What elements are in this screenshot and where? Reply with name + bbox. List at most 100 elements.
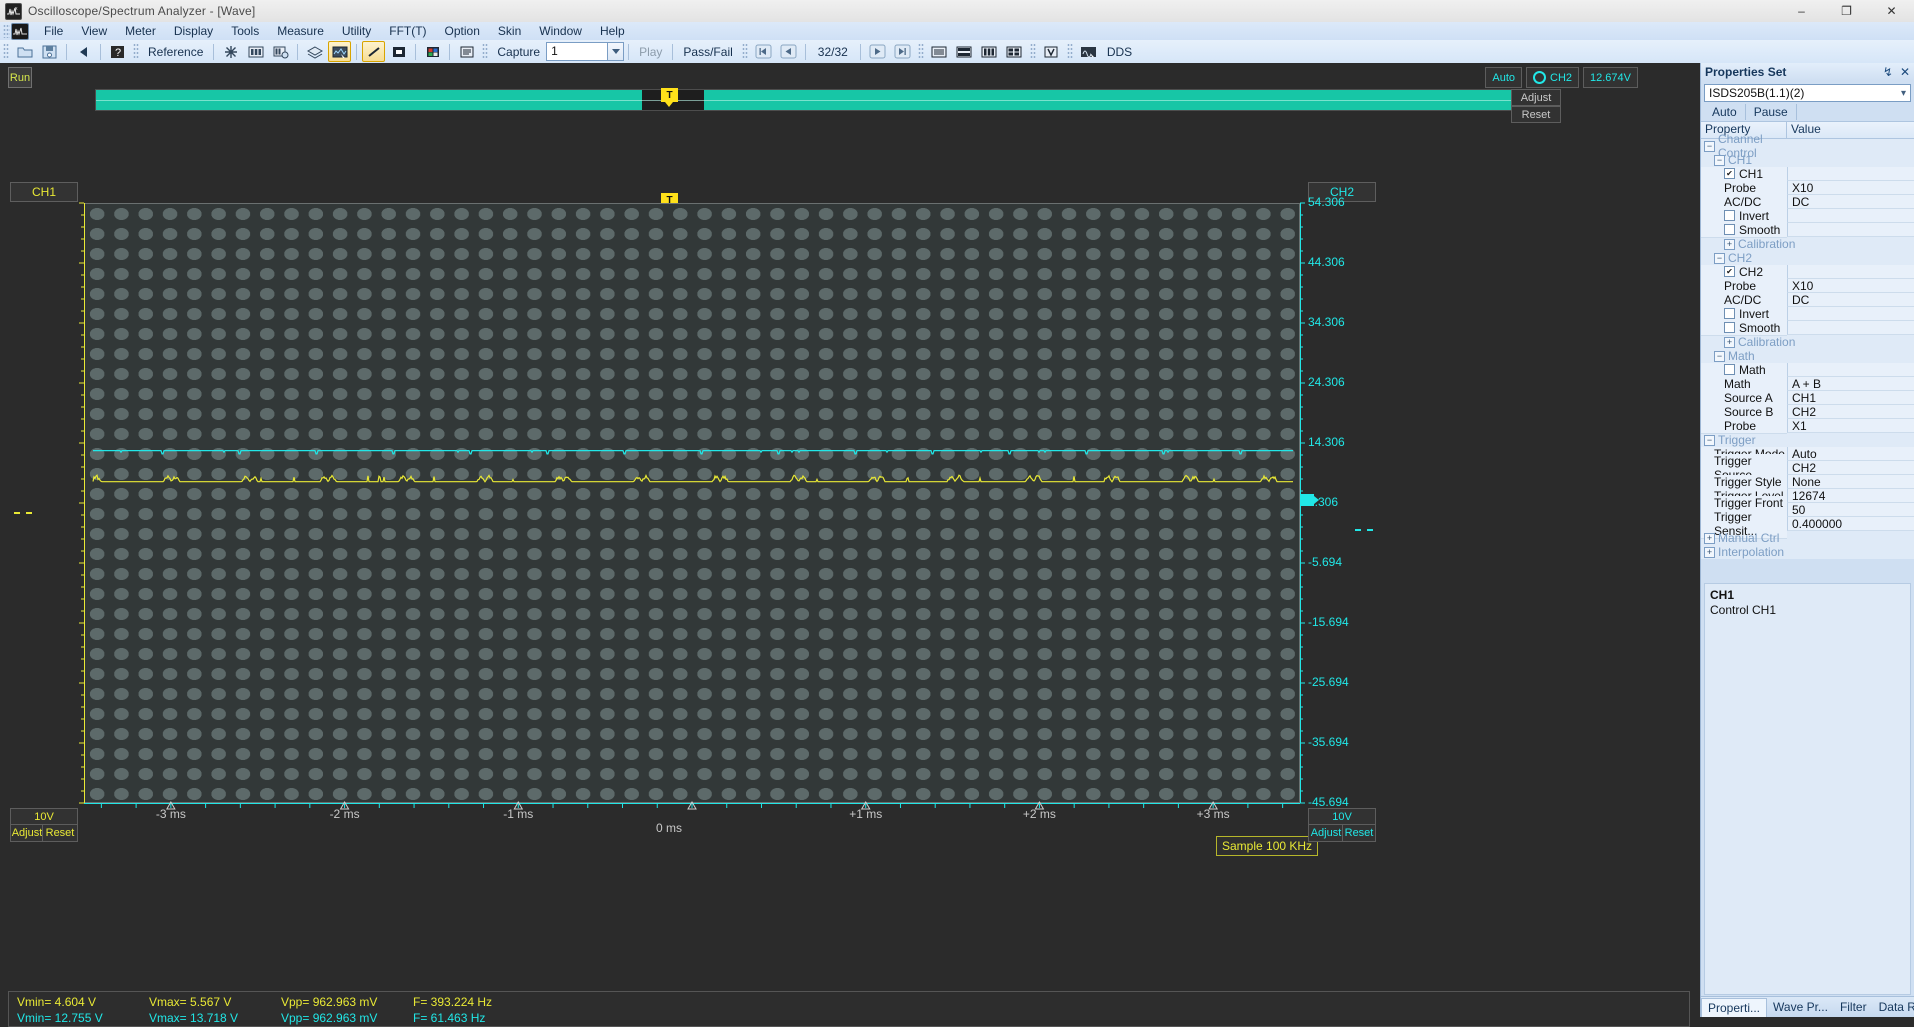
- ch1-zero-marker[interactable]: [14, 512, 32, 514]
- property-row[interactable]: + Calibration: [1701, 335, 1914, 349]
- menu-measure[interactable]: Measure: [268, 22, 333, 40]
- property-row[interactable]: + Manual Ctrl: [1701, 531, 1914, 545]
- property-row[interactable]: AC/DC DC: [1701, 292, 1914, 308]
- property-value[interactable]: [1787, 531, 1914, 545]
- dds-waveform-icon[interactable]: [1077, 41, 1100, 62]
- toolbar-grip-6[interactable]: [1029, 43, 1036, 60]
- toolbar-grip-2[interactable]: [133, 43, 139, 60]
- close-button[interactable]: ✕: [1869, 0, 1914, 22]
- expand-icon[interactable]: +: [1724, 238, 1735, 250]
- ch2-zero-marker[interactable]: [1301, 494, 1319, 506]
- tab-auto[interactable]: Auto: [1704, 103, 1746, 120]
- property-row[interactable]: ✔ CH2: [1701, 264, 1914, 280]
- collapse-icon[interactable]: −: [1704, 140, 1715, 152]
- capture-dropdown-icon[interactable]: [608, 42, 625, 61]
- save-file-icon[interactable]: [38, 41, 61, 62]
- property-value[interactable]: [1787, 167, 1914, 181]
- property-value[interactable]: [1787, 153, 1914, 167]
- property-value[interactable]: [1787, 209, 1914, 223]
- property-checkbox[interactable]: [1724, 308, 1735, 319]
- property-value[interactable]: [1787, 139, 1914, 153]
- property-value[interactable]: X1: [1787, 419, 1914, 433]
- menu-logo-icon[interactable]: [11, 22, 29, 40]
- report-icon[interactable]: [455, 41, 478, 62]
- property-row[interactable]: Probe X10: [1701, 278, 1914, 294]
- property-value[interactable]: 50: [1787, 503, 1914, 517]
- menu-view[interactable]: View: [72, 22, 116, 40]
- minimize-button[interactable]: –: [1779, 0, 1824, 22]
- menu-meter[interactable]: Meter: [116, 22, 165, 40]
- panel-close-icon[interactable]: ✕: [1900, 65, 1910, 79]
- run-button[interactable]: Run: [8, 67, 32, 88]
- property-row[interactable]: Trigger Style None: [1701, 474, 1914, 490]
- property-row[interactable]: Invert: [1701, 208, 1914, 224]
- menu-window[interactable]: Window: [530, 22, 591, 40]
- back-arrow-icon[interactable]: [72, 41, 95, 62]
- first-frame-icon[interactable]: [752, 41, 775, 62]
- property-value[interactable]: CH2: [1787, 461, 1914, 475]
- property-value[interactable]: Auto: [1787, 447, 1914, 461]
- properties-grid[interactable]: − Channel Control − CH1 ✔ CH1 Probe X10 AC/DC DC I…: [1701, 132, 1914, 559]
- property-value[interactable]: [1787, 433, 1914, 447]
- property-row[interactable]: Probe X1: [1701, 418, 1914, 434]
- menu-display[interactable]: Display: [165, 22, 222, 40]
- property-value[interactable]: [1787, 349, 1914, 363]
- property-value[interactable]: [1787, 251, 1914, 265]
- property-value[interactable]: None: [1787, 475, 1914, 489]
- property-value[interactable]: [1787, 265, 1914, 279]
- autoset-icon[interactable]: [219, 41, 242, 62]
- color-palette-icon[interactable]: [421, 41, 444, 62]
- ch2-reset-button[interactable]: Reset: [1342, 824, 1376, 842]
- navigator-adjust-button[interactable]: Adjust: [1511, 89, 1561, 106]
- open-file-icon[interactable]: [13, 41, 36, 62]
- prev-frame-icon[interactable]: [777, 41, 800, 62]
- toolbar-grip-3[interactable]: [482, 43, 489, 60]
- pass-fail-button[interactable]: Pass/Fail: [677, 45, 738, 59]
- help-icon[interactable]: ?: [106, 41, 129, 62]
- screen-capture-icon[interactable]: [328, 41, 352, 62]
- bottom-tab-filter[interactable]: Filter: [1834, 998, 1873, 1016]
- property-value[interactable]: [1787, 363, 1914, 377]
- menu-help[interactable]: Help: [591, 22, 634, 40]
- waveform-list-icon[interactable]: [269, 41, 292, 62]
- next-frame-icon[interactable]: [866, 41, 889, 62]
- menu-utility[interactable]: Utility: [333, 22, 380, 40]
- property-value[interactable]: CH2: [1787, 405, 1914, 419]
- property-row[interactable]: Invert: [1701, 306, 1914, 322]
- expand-icon[interactable]: +: [1724, 336, 1735, 348]
- property-row[interactable]: + Calibration: [1701, 237, 1914, 251]
- property-row[interactable]: − CH1: [1701, 153, 1914, 167]
- property-checkbox[interactable]: [1724, 322, 1735, 333]
- property-row[interactable]: Math: [1701, 362, 1914, 378]
- ch1-reset-button[interactable]: Reset: [42, 824, 78, 842]
- capture-input[interactable]: 1: [546, 42, 609, 61]
- property-row[interactable]: + Interpolation: [1701, 545, 1914, 559]
- property-row[interactable]: Smooth: [1701, 222, 1914, 238]
- property-row[interactable]: Source A CH1: [1701, 390, 1914, 406]
- menu-option[interactable]: Option: [436, 22, 489, 40]
- split-vertical-icon[interactable]: [978, 41, 1001, 62]
- trigger-mode-indicator[interactable]: Auto: [1485, 67, 1522, 88]
- ch2-level-marker[interactable]: [1355, 529, 1373, 531]
- menu-tools[interactable]: Tools: [222, 22, 268, 40]
- property-value[interactable]: 0.400000: [1787, 517, 1914, 531]
- property-checkbox[interactable]: ✔: [1724, 266, 1735, 277]
- tab-pause[interactable]: Pause: [1746, 103, 1797, 120]
- property-row[interactable]: − Math: [1701, 349, 1914, 363]
- property-row[interactable]: ✔ CH1: [1701, 166, 1914, 182]
- menu-skin[interactable]: Skin: [489, 22, 530, 40]
- collapse-icon[interactable]: −: [1714, 154, 1725, 166]
- toolbar-grip-7[interactable]: [1066, 43, 1073, 60]
- property-value[interactable]: DC: [1787, 195, 1914, 209]
- property-row[interactable]: Trigger Sensit... 0.400000: [1701, 509, 1914, 539]
- trigger-source-indicator[interactable]: CH2: [1526, 67, 1580, 88]
- waveform-navigator[interactable]: [95, 89, 1561, 111]
- menu-grip-handle[interactable]: [3, 24, 10, 38]
- property-row[interactable]: Trigger SourceCH2: [1701, 453, 1914, 483]
- property-value[interactable]: [1787, 223, 1914, 237]
- columns-icon[interactable]: [244, 41, 267, 62]
- property-row[interactable]: Source B CH2: [1701, 404, 1914, 420]
- device-select[interactable]: ISDS205B(1.1)(2) ▾: [1704, 84, 1911, 102]
- single-view-icon[interactable]: [928, 41, 951, 62]
- layers-icon[interactable]: [303, 41, 326, 62]
